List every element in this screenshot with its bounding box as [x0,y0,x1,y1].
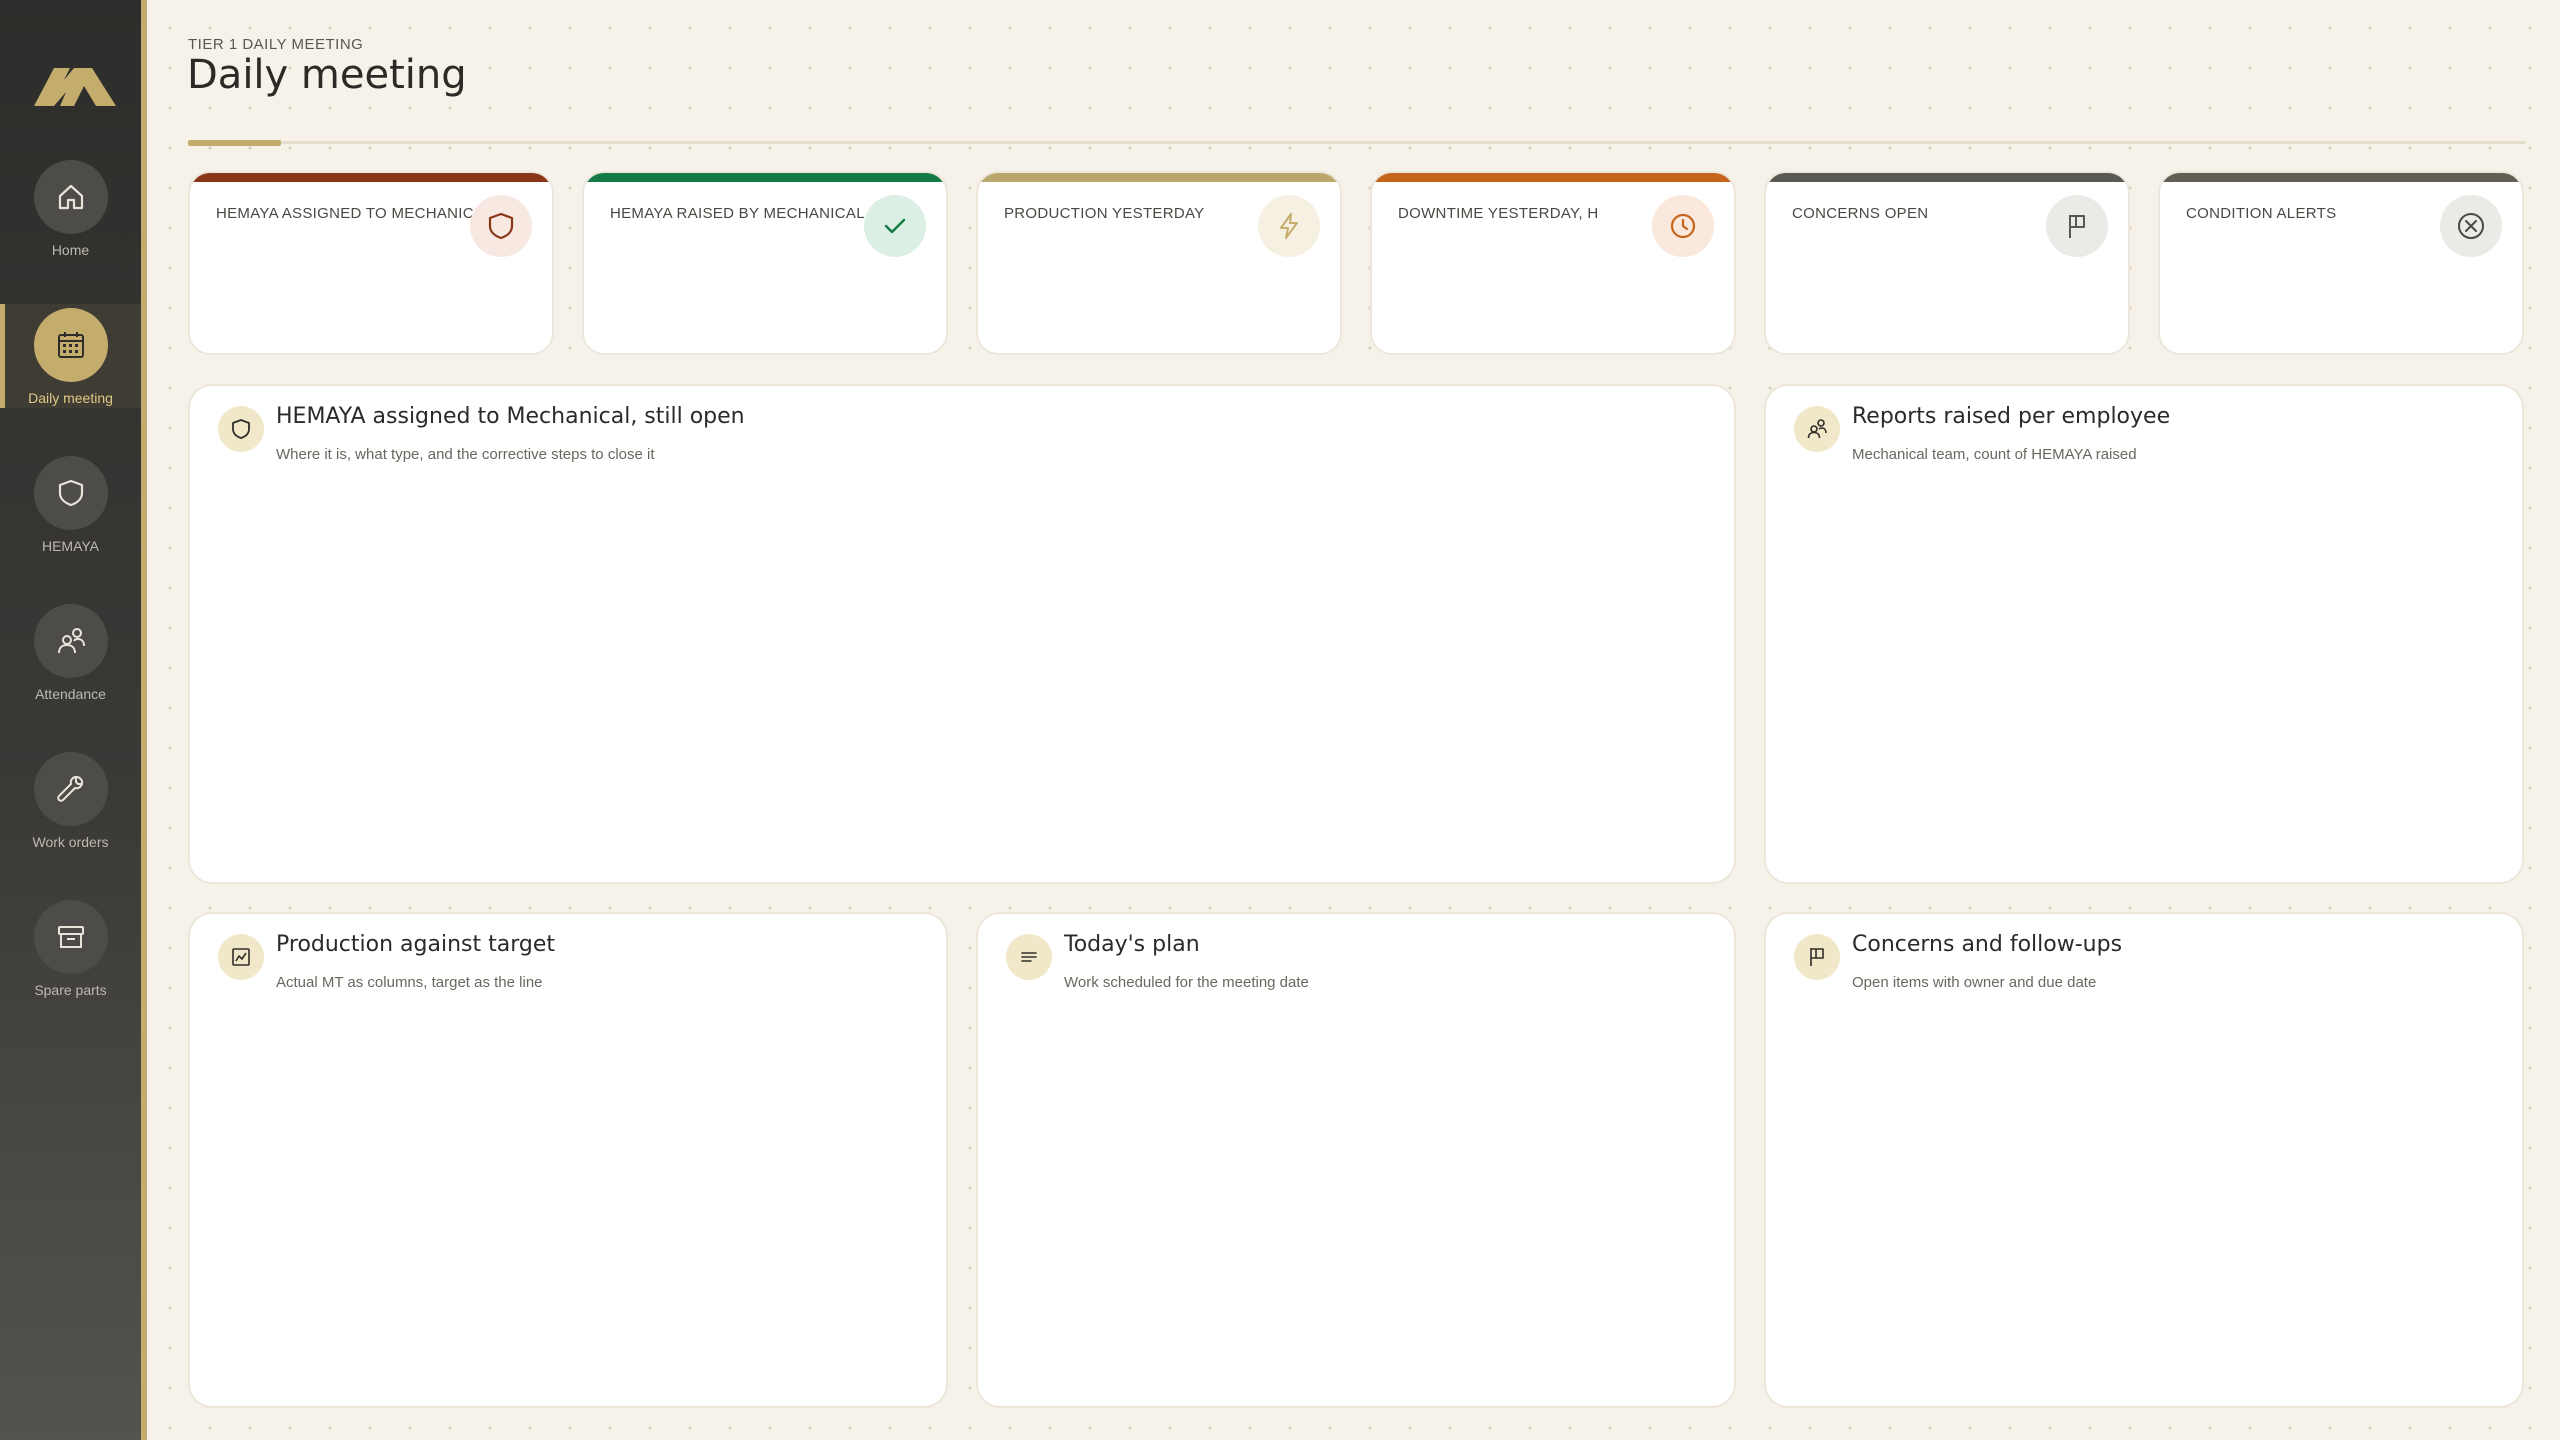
panel-concerns: Concerns and follow-ups Open items with … [1764,912,2524,1408]
kpi-label: CONCERNS OPEN [1792,205,1929,222]
panel-subtitle: Mechanical team, count of HEMAYA raised [1852,446,2137,463]
panel-subtitle: Where it is, what type, and the correcti… [276,446,655,463]
nav-attendance-label: Attendance [35,686,106,702]
nav-home[interactable]: Home [0,160,141,264]
kpi-production-yesterday[interactable]: PRODUCTION YESTERDAY [976,171,1342,355]
panel-subtitle: Actual MT as columns, target as the line [276,974,543,991]
panel-title: Reports raised per employee [1852,404,2171,429]
bolt-icon [1258,195,1320,257]
kpi-downtime-yesterday[interactable]: DOWNTIME YESTERDAY, H [1370,171,1736,355]
page-title: Daily meeting [187,52,467,98]
chart-icon [218,934,264,980]
kpi-label: CONDITION ALERTS [2186,205,2337,222]
sidebar: Home Daily meeting HEMAYA Attendance Wor… [0,0,147,1440]
shield-icon [470,195,532,257]
header-divider-accent [188,140,281,146]
panel-reports-per-employee: Reports raised per employee Mechanical t… [1764,384,2524,884]
panel-todays-plan: Today's plan Work scheduled for the meet… [976,912,1736,1408]
panel-title: Production against target [276,932,555,957]
kpi-label: HEMAYA ASSIGNED TO MECHANICAL [216,205,493,222]
shield-icon [218,406,264,452]
nav-daily-meeting[interactable]: Daily meeting [0,304,141,408]
panel-title: Today's plan [1064,932,1200,957]
nav-hemaya-label: HEMAYA [41,538,100,554]
panel-title: HEMAYA assigned to Mechanical, still ope… [276,404,745,429]
shield-icon [33,456,108,530]
nav-work-orders[interactable]: Work orders [0,752,141,856]
panel-subtitle: Open items with owner and due date [1852,974,2097,991]
check-icon [864,195,926,257]
nav-hemaya[interactable]: HEMAYA [0,456,141,560]
nav-home-label: Home [51,242,90,258]
calendar-icon [33,308,108,382]
flag-icon [1794,934,1840,980]
people-icon [33,604,108,678]
panel-title: Concerns and follow-ups [1852,932,2123,957]
box-icon [33,900,108,974]
nav-spare-parts-label: Spare parts [34,982,107,998]
header-divider [188,141,2526,144]
lines-icon [1006,934,1052,980]
kpi-condition-alerts[interactable]: CONDITION ALERTS [2158,171,2524,355]
panel-production-target: Production against target Actual MT as c… [188,912,948,1408]
panel-hemaya-open: HEMAYA assigned to Mechanical, still ope… [188,384,1736,884]
clock-icon [1652,195,1714,257]
kpi-concerns-open[interactable]: CONCERNS OPEN [1764,171,2130,355]
panel-subtitle: Work scheduled for the meeting date [1064,974,1309,991]
nav-daily-meeting-label: Daily meeting [28,390,113,406]
kpi-hemaya-assigned[interactable]: HEMAYA ASSIGNED TO MECHANICAL [188,171,554,355]
nav-attendance[interactable]: Attendance [0,604,141,708]
kpi-hemaya-raised[interactable]: HEMAYA RAISED BY MECHANICAL [582,171,948,355]
kpi-label: HEMAYA RAISED BY MECHANICAL [610,205,865,222]
nav-work-orders-label: Work orders [32,834,109,850]
wrench-icon [33,752,108,826]
kpi-label: PRODUCTION YESTERDAY [1004,205,1205,222]
people-icon [1794,406,1840,452]
home-icon [33,160,108,234]
page-eyebrow: TIER 1 DAILY MEETING [188,36,364,53]
kpi-label: DOWNTIME YESTERDAY, H [1398,205,1599,222]
nav-spare-parts[interactable]: Spare parts [0,900,141,1004]
x-circle-icon [2440,195,2502,257]
flag-icon [2046,195,2108,257]
app-logo[interactable] [30,56,120,112]
